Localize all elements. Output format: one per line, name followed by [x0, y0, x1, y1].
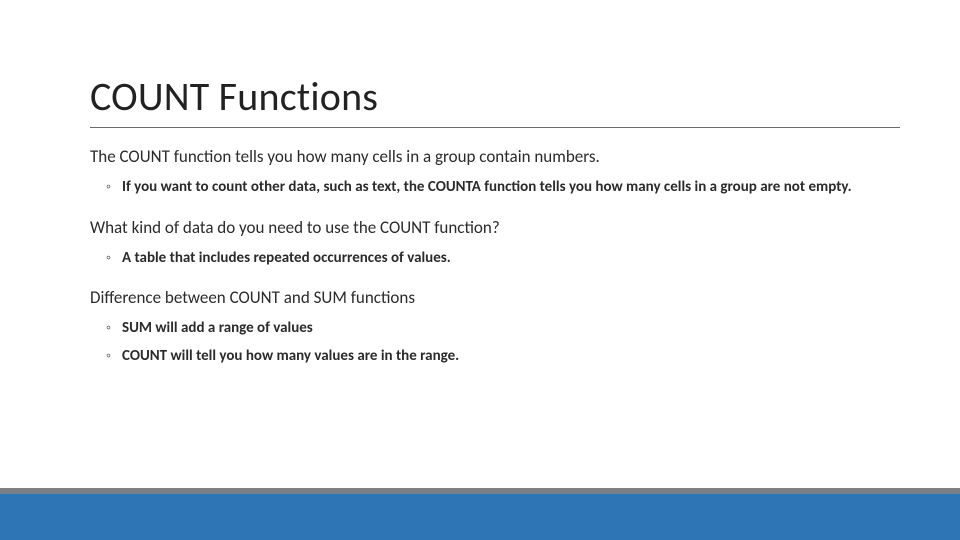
- slide-title: COUNT Functions: [90, 72, 900, 121]
- section-bullets-2: SUM will add a range of values COUNT wil…: [90, 318, 900, 368]
- bullet-item: A table that includes repeated occurrenc…: [90, 248, 900, 270]
- section-bullets-1: A table that includes repeated occurrenc…: [90, 248, 900, 270]
- slide-content: COUNT Functions The COUNT function tells…: [90, 72, 900, 386]
- bullet-item: COUNT will tell you how many values are …: [90, 346, 900, 368]
- section-heading-1: What kind of data do you need to use the…: [90, 217, 900, 240]
- slide: COUNT Functions The COUNT function tells…: [0, 0, 960, 540]
- bullet-item: If you want to count other data, such as…: [90, 177, 900, 199]
- section-bullets-0: If you want to count other data, such as…: [90, 177, 900, 199]
- section-heading-2: Difference between COUNT and SUM functio…: [90, 287, 900, 310]
- bullet-item: SUM will add a range of values: [90, 318, 900, 340]
- footer-accent-bar: [0, 494, 960, 540]
- title-underline: [90, 127, 900, 128]
- footer-band: [0, 488, 960, 540]
- section-heading-0: The COUNT function tells you how many ce…: [90, 146, 900, 169]
